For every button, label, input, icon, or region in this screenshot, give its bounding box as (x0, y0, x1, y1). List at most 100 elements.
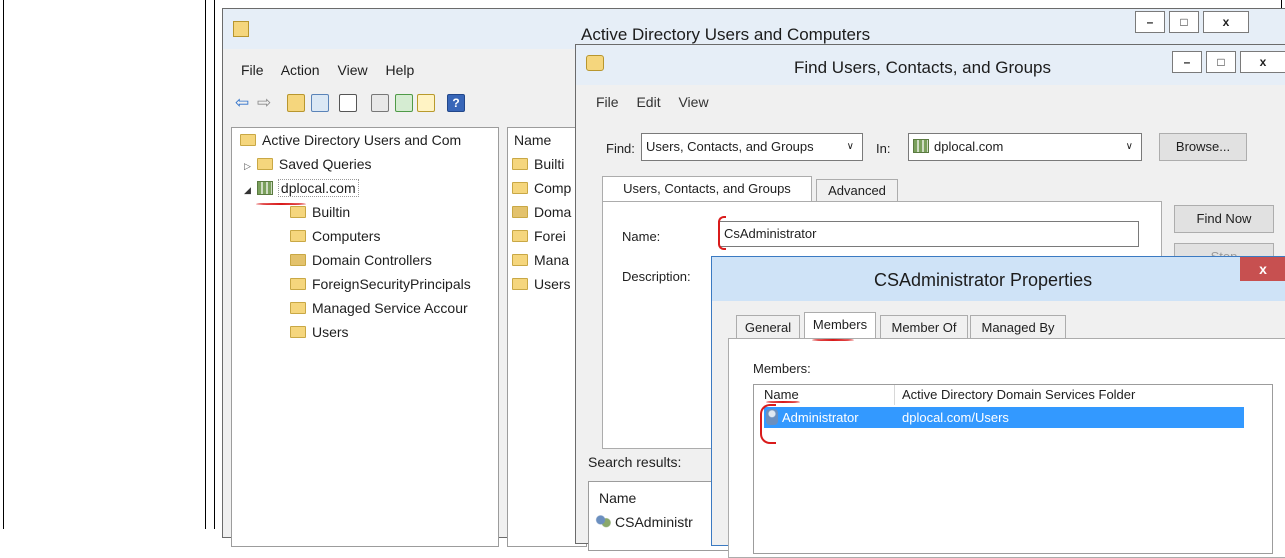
red-bracket-administrator (760, 404, 776, 444)
list-item[interactable]: Users (512, 276, 571, 292)
menu-action[interactable]: Action (281, 62, 320, 78)
find-now-button[interactable]: Find Now (1174, 205, 1274, 233)
tab-managed-by[interactable]: Managed By (970, 315, 1066, 339)
results-row-label: CSAdministr (615, 514, 693, 530)
find-close-button[interactable]: x (1240, 51, 1285, 73)
tree-domain-controllers[interactable]: Domain Controllers (290, 252, 432, 268)
tab-member-of[interactable]: Member Of (880, 315, 968, 339)
description-label: Description: (622, 269, 691, 284)
menu-file[interactable]: File (241, 62, 264, 78)
list-item-label: Users (534, 276, 571, 292)
properties-close-button[interactable]: x (1240, 257, 1285, 281)
red-underline-members-tab (812, 339, 854, 341)
find-menubar: File Edit View (596, 94, 723, 110)
find-minimize-button[interactable]: – (1172, 51, 1202, 73)
results-row[interactable]: CSAdministr (595, 514, 693, 530)
page-border-left (3, 0, 4, 529)
tab-advanced[interactable]: Advanced (816, 179, 898, 202)
refresh-icon[interactable] (395, 94, 413, 112)
tree-builtin[interactable]: Builtin (290, 204, 350, 220)
tree-root[interactable]: Active Directory Users and Com (240, 132, 461, 148)
red-underline-domain (256, 203, 306, 205)
red-bracket-name-field (718, 216, 726, 250)
tree-saved-queries[interactable]: ▷ Saved Queries (244, 156, 372, 172)
properties-icon[interactable] (371, 94, 389, 112)
list-item[interactable]: Builti (512, 156, 564, 172)
tree-builtin-label: Builtin (312, 204, 351, 220)
folder-icon (512, 158, 528, 170)
domain-icon (256, 181, 273, 195)
list-item-label: Mana (534, 252, 570, 268)
list-item-label: Builti (534, 156, 565, 172)
find-menu-file[interactable]: File (596, 94, 619, 110)
find-menu-view[interactable]: View (678, 94, 708, 110)
list-item-label: Comp (534, 180, 572, 196)
table-divider (205, 0, 206, 529)
find-menu-edit[interactable]: Edit (636, 94, 660, 110)
find-title: Find Users, Contacts, and Groups (794, 58, 1052, 77)
folder-icon (290, 278, 306, 290)
tree-managed-service[interactable]: Managed Service Accour (290, 300, 468, 316)
tree-managed-service-label: Managed Service Accour (312, 300, 468, 316)
tab-general[interactable]: General (736, 315, 800, 339)
tree-saved-queries-label: Saved Queries (278, 156, 372, 172)
member-row[interactable]: Administrator dplocal.com/Users (764, 407, 1244, 428)
menu-help[interactable]: Help (385, 62, 414, 78)
find-type-select[interactable]: Users, Contacts, and Groups ∨ (641, 133, 863, 161)
tab-members[interactable]: Members (804, 312, 876, 339)
folder-icon (256, 158, 273, 170)
find-label: Find: (606, 141, 635, 156)
tree-domain-label: dplocal.com (277, 179, 359, 197)
members-column-folder[interactable]: Active Directory Domain Services Folder (902, 387, 1135, 402)
find-maximize-button[interactable]: □ (1206, 51, 1236, 73)
document-icon[interactable] (339, 94, 357, 112)
list-item[interactable]: Mana (512, 252, 569, 268)
help-icon[interactable]: ? (447, 94, 465, 112)
console-tree-icon[interactable] (311, 94, 329, 112)
tree-computers-label: Computers (312, 228, 381, 244)
red-underline-name-column (766, 401, 800, 403)
expand-arrow-icon[interactable]: ▷ (244, 161, 251, 171)
list-column-header[interactable]: Name (514, 132, 551, 148)
browse-button[interactable]: Browse... (1159, 133, 1247, 161)
properties-title: CSAdministrator Properties (874, 270, 1093, 290)
member-name: Administrator (782, 410, 859, 425)
list-item[interactable]: Forei (512, 228, 566, 244)
folder-icon (290, 326, 306, 338)
forward-arrow-icon[interactable]: ⇨ (257, 94, 271, 111)
find-type-value: Users, Contacts, and Groups (646, 139, 814, 154)
ou-folder-icon (512, 206, 528, 218)
folder-icon (290, 206, 306, 218)
in-select[interactable]: dplocal.com ∨ (908, 133, 1142, 161)
aduc-maximize-button[interactable]: □ (1169, 11, 1199, 33)
tree-domain[interactable]: ◢ dplocal.com (244, 179, 359, 197)
export-icon[interactable] (417, 94, 435, 112)
tab-users-contacts-groups[interactable]: Users, Contacts, and Groups (602, 176, 812, 202)
name-label: Name: (622, 229, 661, 244)
in-label: In: (876, 141, 891, 156)
tree-domain-controllers-label: Domain Controllers (312, 252, 432, 268)
folder-icon (290, 230, 306, 242)
tree-root-label: Active Directory Users and Com (262, 132, 462, 148)
tree-foreign-security[interactable]: ForeignSecurityPrincipals (290, 276, 471, 292)
aduc-minimize-button[interactable]: – (1135, 11, 1165, 33)
tree-computers[interactable]: Computers (290, 228, 380, 244)
aduc-app-icon (233, 21, 249, 37)
up-folder-icon[interactable] (287, 94, 305, 112)
collapse-arrow-icon[interactable]: ◢ (244, 185, 251, 195)
list-item-label: Doma (534, 204, 572, 220)
results-column-header[interactable]: Name (599, 490, 636, 506)
aduc-toolbar: ⇦ ⇨ ? (231, 91, 591, 115)
aduc-close-button[interactable]: x (1203, 11, 1249, 33)
menu-view[interactable]: View (338, 62, 368, 78)
find-titlebar: Find Users, Contacts, and Groups – □ x (576, 45, 1285, 85)
members-column-name[interactable]: Name (764, 387, 799, 402)
tree-users[interactable]: Users (290, 324, 349, 340)
folder-icon (290, 302, 306, 314)
chevron-down-icon: ∨ (1125, 141, 1133, 152)
list-item[interactable]: Doma (512, 204, 571, 220)
name-input[interactable]: CsAdministrator (719, 221, 1139, 247)
aduc-root-icon (240, 134, 256, 146)
back-arrow-icon[interactable]: ⇦ (235, 94, 249, 111)
list-item[interactable]: Comp (512, 180, 571, 196)
